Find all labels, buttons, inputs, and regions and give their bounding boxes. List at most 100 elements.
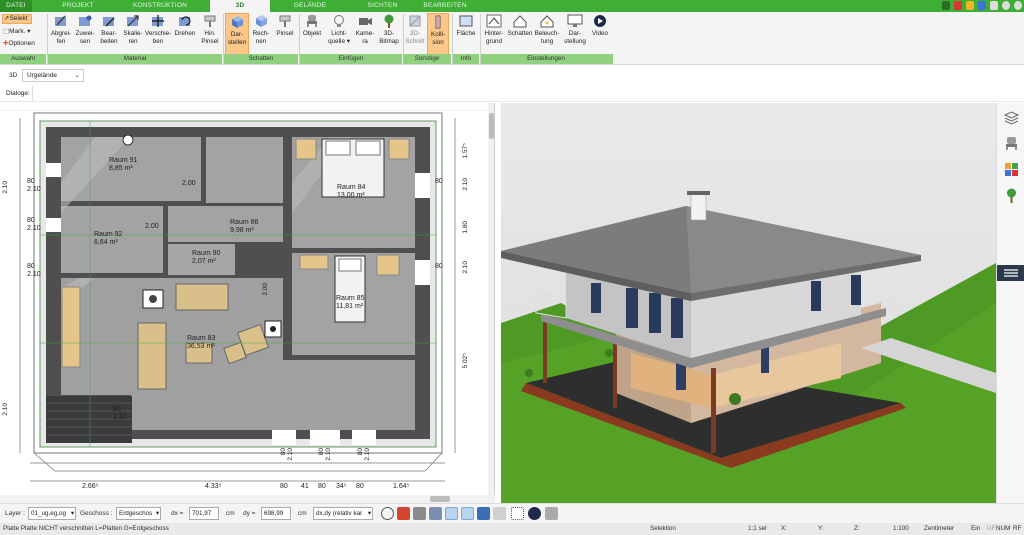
lighting-button[interactable]: Beleuch-tung (534, 14, 560, 46)
tab-sichten[interactable]: SICHTEN (355, 0, 410, 12)
bottom-door-dim: 80 (357, 448, 364, 456)
scrollbar-thumb[interactable] (430, 496, 450, 502)
brush-button[interactable]: Hin. Pinsel (199, 14, 221, 46)
grid-snap-icon[interactable] (445, 507, 458, 520)
scrollbar-thumb[interactable] (489, 113, 494, 139)
coord-mode-select[interactable]: dx,dy (relativ kar ▾ (313, 507, 373, 520)
panel-toggle[interactable] (997, 265, 1024, 281)
tab-datei[interactable]: DATEI (0, 0, 32, 12)
brush-icon (202, 14, 218, 28)
background-button[interactable]: Hinter-grund (481, 14, 507, 46)
material-rotate-button[interactable]: Drehen (172, 14, 198, 38)
tab-gelaende[interactable]: GELÄNDE (280, 0, 340, 12)
edit-icon (101, 14, 117, 28)
tab-bearbeiten[interactable]: BEARBEITEN (415, 0, 475, 12)
area-button[interactable]: Fläche (454, 14, 478, 38)
material-edit-button[interactable]: Bear-beiten (97, 14, 121, 46)
grid-icon[interactable] (511, 507, 524, 520)
right-dim: 2.10 (462, 178, 469, 191)
door-dim: 2.00 (262, 283, 269, 296)
material-pick-button[interactable]: Abgrei-fen (49, 14, 73, 46)
play-icon (592, 14, 608, 28)
btn-line2: tung (540, 38, 554, 45)
house-shadow-icon (512, 14, 528, 28)
3d-view[interactable] (501, 103, 996, 503)
chair-icon[interactable] (1004, 136, 1019, 151)
layers-icon[interactable] (1003, 110, 1020, 125)
info-icon[interactable] (1014, 1, 1022, 10)
plan-vertical-scrollbar[interactable] (488, 103, 494, 495)
layer-view-icon[interactable] (493, 507, 506, 520)
dy-label: dy = (243, 510, 256, 517)
folder-icon[interactable] (966, 1, 974, 10)
dialog-label: Dialoge: (6, 90, 30, 97)
insert-3d-bitmap-button[interactable]: 3D- Bitmap (377, 14, 401, 46)
dx-input[interactable]: 701,97 (189, 507, 219, 520)
right-tool-panel (996, 103, 1024, 503)
group-label-einstellungen: Einstellungen (481, 54, 611, 64)
left-dim: 80 (27, 178, 35, 185)
room-label: Raum 91 8,85 m² (109, 157, 137, 173)
mark-button[interactable]: ⬚Mark. ▾ (3, 27, 33, 35)
north-icon[interactable] (528, 507, 541, 520)
room-area: 2,07 m² (192, 258, 216, 265)
material-move-button[interactable]: Verschie-ben (145, 14, 171, 46)
insert-object-button[interactable]: Objekt (300, 14, 324, 38)
pipette-icon (53, 14, 69, 28)
shadow-brush-button[interactable]: Pinsel (273, 14, 297, 38)
snap-icon[interactable] (381, 507, 394, 520)
select-button[interactable]: ➚Selekt (2, 14, 32, 24)
plane-icon[interactable] (477, 507, 490, 520)
more-icon[interactable] (545, 507, 558, 520)
material-scale-button[interactable]: Skalie-ren (122, 14, 144, 46)
house-picture-icon (486, 14, 502, 28)
tree-icon[interactable] (1004, 188, 1019, 203)
layout-icon[interactable] (942, 1, 950, 10)
status-y: Y: (818, 525, 824, 532)
room-area: 8,85 m² (109, 165, 133, 172)
screen-icon[interactable] (397, 507, 410, 520)
tab-projekt[interactable]: PROJEKT (48, 0, 108, 12)
dimension-icon[interactable] (413, 507, 426, 520)
shadow-settings-button[interactable]: Schatten (507, 14, 533, 38)
materials-icon[interactable] (1004, 162, 1019, 177)
chair-icon (304, 14, 320, 28)
video-button[interactable]: Video (590, 14, 610, 38)
material-assign-button[interactable]: Zuwei-sen (74, 14, 96, 46)
geschoss-select[interactable]: Erdgeschos ▾ (116, 507, 161, 520)
btn-line2: nen (255, 38, 267, 45)
door-dim: 2.10 (113, 414, 127, 421)
display-button[interactable]: Dar-stellung (561, 14, 589, 46)
btn-line2: beiten (100, 38, 118, 45)
save-icon[interactable] (978, 1, 986, 10)
line-snap-icon[interactable] (461, 507, 474, 520)
3d-section-button[interactable]: 3D- Schnitt (404, 14, 426, 46)
plan-horizontal-scrollbar[interactable] (0, 495, 495, 503)
shadow-show-button[interactable]: Dar-stellen (225, 13, 249, 57)
print-icon[interactable] (990, 1, 998, 10)
collision-button[interactable]: Kolli-sion (427, 13, 449, 57)
terrain-select[interactable]: Urgelände ⌄ (22, 69, 84, 82)
mark-label: Mark. (9, 28, 26, 35)
floor-plan-view[interactable]: Raum 91 8,85 m² Raum 92 6,64 m² Raum 86 9,9… (0, 103, 495, 495)
insert-camera-button[interactable]: Kame-ra (354, 14, 376, 46)
options-button[interactable]: ✚Optionen (3, 39, 45, 47)
shadow-calc-button[interactable]: Rech-nen (250, 14, 272, 46)
tab-3d[interactable]: 3D (210, 0, 270, 12)
btn-line2: ren (128, 38, 138, 45)
record-icon[interactable] (954, 1, 962, 10)
layer-select[interactable]: 01_ug,eg,og ▾ (28, 507, 76, 520)
room-area: 9,98 m² (230, 227, 254, 234)
right-dim: 80 (435, 178, 443, 185)
bottom-dim: 80 (318, 483, 326, 490)
tab-konstruktion[interactable]: KONSTRUKTION (125, 0, 195, 12)
chevron-down-icon: ▾ (367, 510, 371, 517)
dy-input[interactable]: 698,99 (261, 507, 291, 520)
insert-light-button[interactable]: Licht-quelle ▾ (325, 14, 353, 46)
help-icon[interactable] (1002, 1, 1010, 10)
room-label: Raum 86 9,98 m² (230, 219, 258, 235)
catch-icon[interactable] (429, 507, 442, 520)
group-label-info: Info (453, 54, 479, 64)
top-ruler (0, 103, 494, 111)
btn-line2: Bitmap (379, 38, 399, 45)
